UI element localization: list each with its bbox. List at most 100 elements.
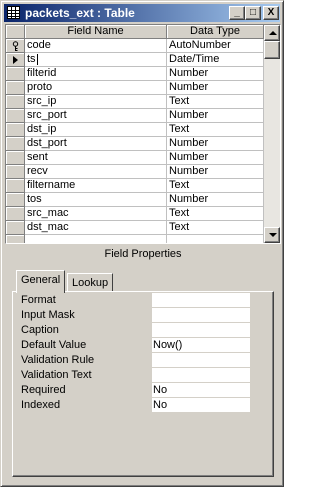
row-selector[interactable]	[6, 235, 25, 243]
row-selector[interactable]	[6, 109, 25, 123]
default-value-field[interactable]: Now()	[152, 338, 250, 352]
field-name-cell[interactable]: ts	[25, 53, 167, 67]
tab-general[interactable]: General	[16, 270, 66, 293]
row-selector[interactable]	[6, 165, 25, 179]
scroll-down-button[interactable]	[264, 227, 280, 243]
property-label-caption: Caption	[21, 324, 59, 336]
arrow-up-icon	[269, 31, 277, 35]
field-name-cell[interactable]: src_ip	[25, 95, 167, 109]
window-title: packets_ext : Table	[25, 6, 135, 20]
tab-lookup[interactable]: Lookup	[67, 273, 114, 291]
row-selector[interactable]	[6, 39, 25, 53]
property-label-validation-text: Validation Text	[21, 369, 92, 381]
grid-header: Field Name Data Type	[6, 25, 264, 39]
table-row[interactable]: filtername Text	[6, 179, 264, 193]
table-row[interactable]: sent Number	[6, 151, 264, 165]
field-name-cell[interactable]: dst_ip	[25, 123, 167, 137]
field-name-cell[interactable]: proto	[25, 81, 167, 95]
field-grid: Field Name Data Type code AutoNumber ts …	[5, 24, 281, 244]
data-type-cell[interactable]	[167, 235, 264, 243]
text-cursor	[36, 53, 38, 65]
data-type-cell[interactable]: Number	[167, 67, 264, 81]
property-label-input-mask: Input Mask	[21, 309, 75, 321]
property-label-format: Format	[21, 294, 56, 306]
field-name-header[interactable]: Field Name	[25, 25, 167, 39]
arrow-down-icon	[269, 233, 277, 237]
validation-rule-field[interactable]	[152, 353, 250, 367]
row-selector[interactable]	[6, 95, 25, 109]
table-row[interactable]: tos Number	[6, 193, 264, 207]
caption-field[interactable]	[152, 323, 250, 337]
table-row[interactable]: filterid Number	[6, 67, 264, 81]
vertical-scrollbar[interactable]	[264, 25, 280, 243]
table-row[interactable]: ts Date/Time	[6, 53, 264, 67]
data-type-cell[interactable]: Text	[167, 221, 264, 235]
data-type-cell[interactable]: Number	[167, 137, 264, 151]
table-icon	[7, 6, 20, 19]
field-name-cell[interactable]: tos	[25, 193, 167, 207]
title-bar[interactable]: packets_ext : Table _ □ X	[4, 4, 280, 22]
field-name-cell[interactable]: filtername	[25, 179, 167, 193]
table-row[interactable]: dst_port Number	[6, 137, 264, 151]
field-name-cell[interactable]: src_port	[25, 109, 167, 123]
key-icon	[12, 41, 19, 51]
validation-text-field[interactable]	[152, 368, 250, 382]
maximize-button[interactable]: □	[245, 6, 261, 20]
data-type-cell[interactable]: Number	[167, 193, 264, 207]
field-name-text: ts	[27, 53, 36, 65]
table-row[interactable]: src_ip Text	[6, 95, 264, 109]
indexed-field[interactable]: No	[152, 398, 250, 412]
data-type-cell[interactable]: Text	[167, 95, 264, 109]
row-selector[interactable]	[6, 53, 25, 67]
field-name-cell[interactable]: dst_mac	[25, 221, 167, 235]
required-field[interactable]: No	[152, 383, 250, 397]
field-name-cell[interactable]	[25, 235, 167, 243]
field-properties-label: Field Properties	[104, 248, 182, 260]
data-type-cell[interactable]: Number	[167, 109, 264, 123]
close-button[interactable]: X	[263, 6, 279, 20]
row-selector[interactable]	[6, 179, 25, 193]
format-field[interactable]	[152, 293, 250, 307]
table-row[interactable]	[6, 235, 264, 243]
data-type-cell[interactable]: Number	[167, 151, 264, 165]
table-design-window: packets_ext : Table _ □ X Field Name Dat…	[0, 0, 284, 487]
table-row[interactable]: proto Number	[6, 81, 264, 95]
field-name-cell[interactable]: filterid	[25, 67, 167, 81]
scroll-up-button[interactable]	[264, 25, 280, 41]
field-name-cell[interactable]: code	[25, 39, 167, 53]
property-label-default-value: Default Value	[21, 339, 87, 351]
field-name-cell[interactable]: sent	[25, 151, 167, 165]
scroll-thumb[interactable]	[264, 41, 280, 59]
row-selector[interactable]	[6, 137, 25, 151]
current-row-arrow-icon	[13, 56, 18, 64]
row-selector[interactable]	[6, 207, 25, 221]
input-mask-field[interactable]	[152, 308, 250, 322]
row-selector[interactable]	[6, 123, 25, 137]
table-row[interactable]: dst_mac Text	[6, 221, 264, 235]
minimize-button[interactable]: _	[229, 6, 245, 20]
property-label-validation-rule: Validation Rule	[21, 354, 95, 366]
row-selector-header[interactable]	[6, 25, 25, 39]
table-row[interactable]: src_mac Text	[6, 207, 264, 221]
data-type-cell[interactable]: Date/Time	[167, 53, 264, 67]
table-row[interactable]: dst_ip Text	[6, 123, 264, 137]
row-selector[interactable]	[6, 221, 25, 235]
field-name-cell[interactable]: src_mac	[25, 207, 167, 221]
property-label-indexed: Indexed	[21, 399, 61, 411]
data-type-cell[interactable]: Number	[167, 81, 264, 95]
row-selector[interactable]	[6, 67, 25, 81]
data-type-cell[interactable]: Text	[167, 207, 264, 221]
data-type-cell[interactable]: Text	[167, 123, 264, 137]
row-selector[interactable]	[6, 193, 25, 207]
table-row[interactable]: recv Number	[6, 165, 264, 179]
table-row[interactable]: src_port Number	[6, 109, 264, 123]
data-type-cell[interactable]: AutoNumber	[167, 39, 264, 53]
data-type-cell[interactable]: Text	[167, 179, 264, 193]
row-selector[interactable]	[6, 151, 25, 165]
data-type-header[interactable]: Data Type	[167, 25, 264, 39]
data-type-cell[interactable]: Number	[167, 165, 264, 179]
field-name-cell[interactable]: dst_port	[25, 137, 167, 151]
row-selector[interactable]	[6, 81, 25, 95]
table-row[interactable]: code AutoNumber	[6, 39, 264, 53]
field-name-cell[interactable]: recv	[25, 165, 167, 179]
